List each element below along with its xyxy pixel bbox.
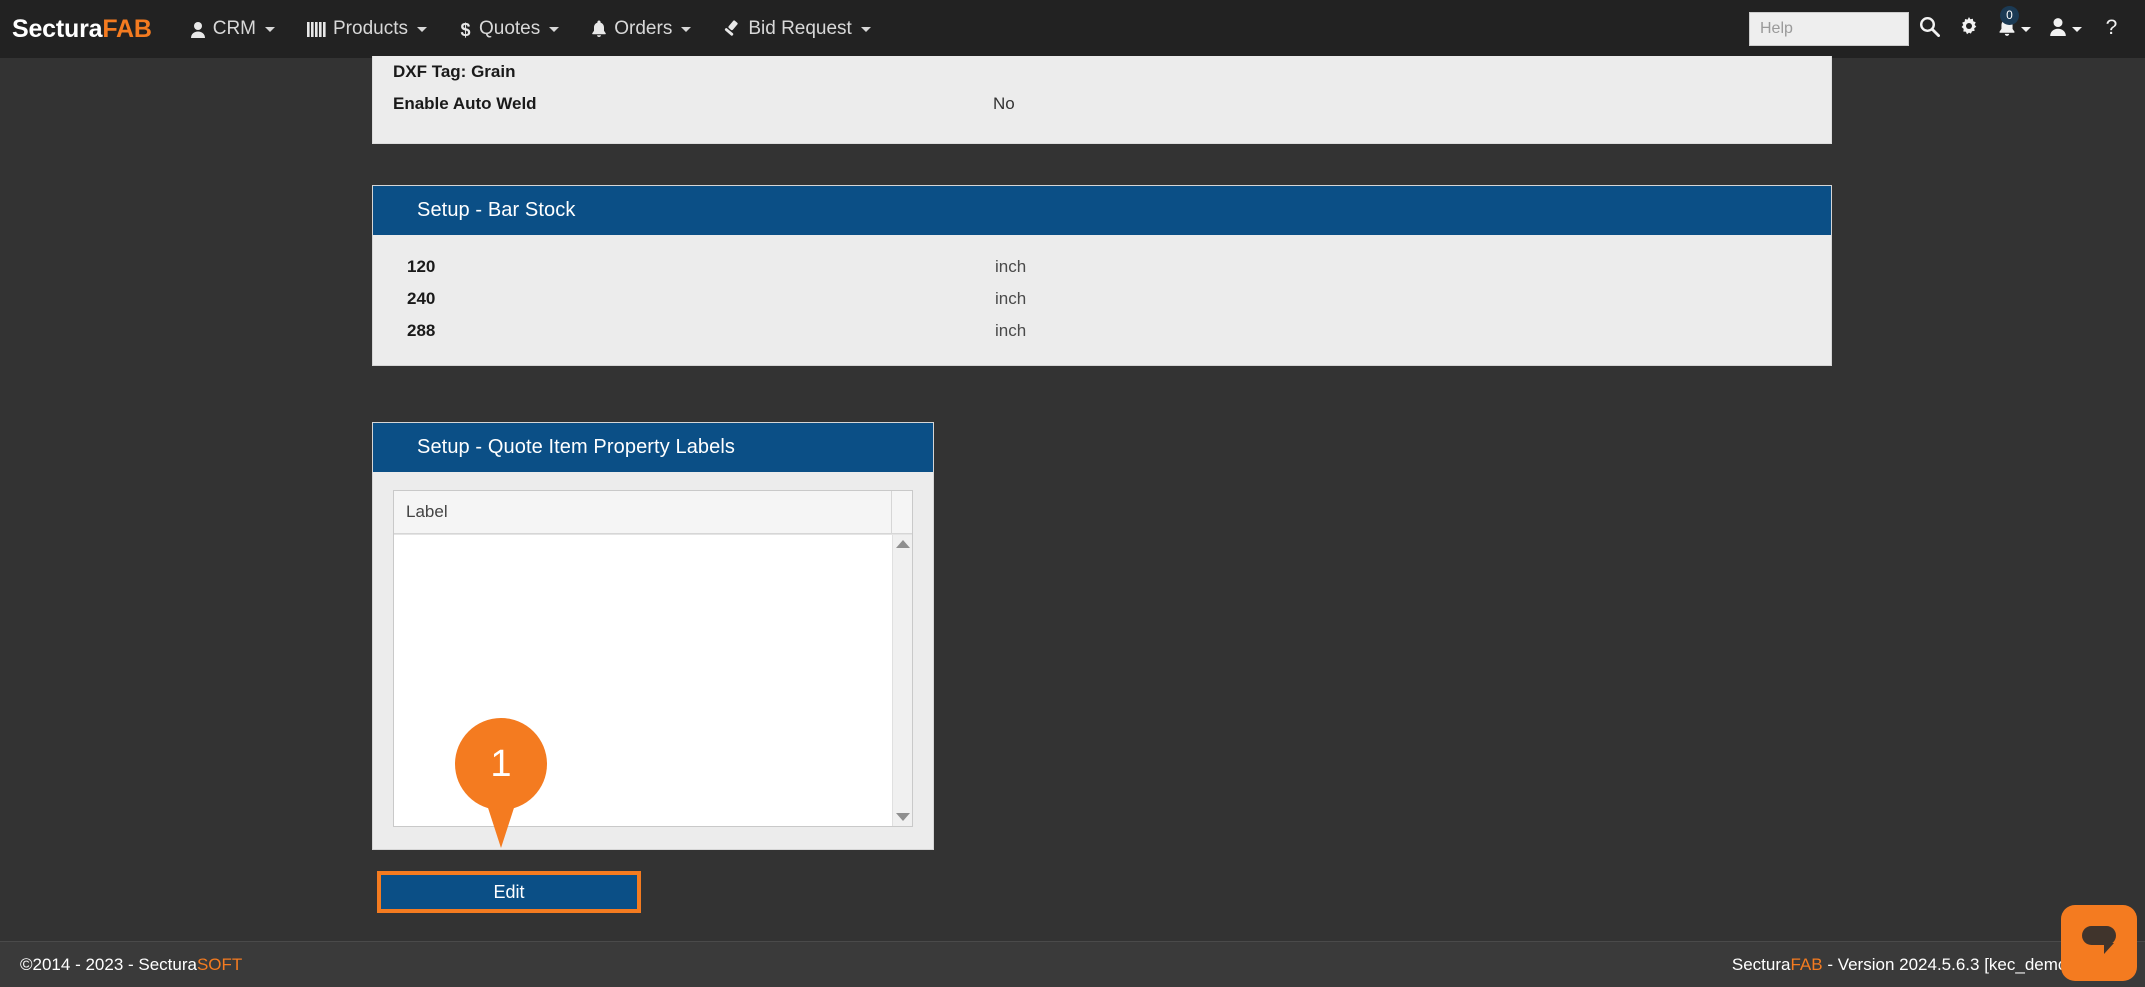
search-button[interactable] (1909, 0, 1949, 58)
quote-item-property-labels-panel: Setup - Quote Item Property Labels Label (372, 422, 934, 850)
copyright-text: ©2014 - 2023 - SecturaSOFT (20, 955, 242, 975)
search-icon (1919, 16, 1940, 42)
nav-item-orders-label: Orders (614, 18, 672, 40)
nav-item-products-label: Products (333, 18, 408, 40)
gavel-icon (723, 20, 741, 38)
nav-item-products[interactable]: Products (291, 0, 443, 58)
nav-item-bid-request-label: Bid Request (748, 18, 852, 40)
chevron-down-icon (417, 27, 427, 32)
quote-item-property-labels-title: Setup - Quote Item Property Labels (373, 423, 933, 472)
table-row: 120 inch (373, 251, 1831, 283)
column-header-label[interactable]: Label (394, 491, 892, 533)
labels-grid-body[interactable] (394, 535, 892, 826)
edit-button[interactable]: Edit (381, 875, 637, 909)
settings-button[interactable] (1949, 0, 1989, 58)
bar-stock-unit: inch (995, 321, 1026, 341)
bar-stock-size: 240 (407, 289, 995, 309)
copyright-accent: SOFT (197, 955, 242, 974)
notifications-button[interactable]: 0 (1989, 0, 2040, 58)
chat-widget-button[interactable] (2061, 905, 2137, 981)
chevron-down-icon (2021, 27, 2031, 32)
column-header-spacer (892, 491, 912, 533)
barcode-icon (307, 22, 326, 37)
labels-grid-body-wrap (394, 534, 912, 826)
version-brand-accent: FAB (1790, 955, 1822, 974)
table-row: 240 inch (373, 283, 1831, 315)
bell-icon (591, 20, 607, 38)
bar-stock-unit: inch (995, 289, 1026, 309)
nav-item-quotes-label: Quotes (479, 18, 540, 40)
scroll-down-icon[interactable] (896, 813, 910, 821)
brand-accent: FAB (102, 15, 151, 43)
user-icon (2049, 17, 2067, 41)
setting-row-dxf-tag-grain: DXF Tag: Grain (373, 56, 1831, 88)
table-row: 288 inch (373, 315, 1831, 347)
nav-item-orders[interactable]: Orders (575, 0, 707, 58)
help-search-input[interactable] (1749, 12, 1909, 46)
bar-stock-panel-title: Setup - Bar Stock (373, 186, 1831, 235)
dollar-icon: $ (459, 20, 472, 39)
svg-text:$: $ (460, 20, 470, 39)
quote-item-property-labels-body: Label (373, 472, 933, 849)
gear-icon (1959, 17, 1979, 42)
account-button[interactable] (2040, 0, 2091, 58)
user-icon (190, 21, 206, 38)
labels-grid: Label (393, 490, 913, 827)
bar-stock-size: 288 (407, 321, 995, 341)
setting-row-enable-auto-weld: Enable Auto Weld No (373, 88, 1831, 120)
bar-stock-list: 120 inch 240 inch 288 inch (373, 235, 1831, 365)
app-page: SecturaFAB CRM Products $ Quotes (0, 0, 2145, 987)
page-footer: ©2014 - 2023 - SecturaSOFT SecturaFAB - … (0, 941, 2145, 987)
nav-item-quotes[interactable]: $ Quotes (443, 0, 575, 58)
chevron-down-icon (549, 27, 559, 32)
nav-item-crm-label: CRM (213, 18, 256, 40)
dxf-settings-panel: DXF Tag: Grain Enable Auto Weld No (372, 56, 1832, 144)
version-brand-main: Sectura (1732, 955, 1791, 974)
copyright-main: ©2014 - 2023 - Sectura (20, 955, 197, 974)
vertical-scrollbar[interactable] (892, 535, 912, 826)
scroll-up-icon[interactable] (896, 540, 910, 548)
chevron-down-icon (861, 27, 871, 32)
chevron-down-icon (265, 27, 275, 32)
help-button[interactable]: ? (2091, 0, 2131, 58)
chevron-down-icon (2072, 27, 2082, 32)
labels-grid-header: Label (394, 491, 912, 534)
navbar-right-tools: 0 ? (1749, 0, 2145, 58)
question-mark-icon: ? (2104, 16, 2119, 43)
brand-main: Sectura (12, 15, 102, 43)
notification-badge: 0 (2000, 6, 2019, 25)
bar-stock-panel: Setup - Bar Stock 120 inch 240 inch 288 … (372, 185, 1832, 366)
top-navbar: SecturaFAB CRM Products $ Quotes (0, 0, 2145, 58)
chevron-down-icon (681, 27, 691, 32)
setting-value: No (993, 94, 1015, 114)
svg-text:?: ? (2105, 16, 2117, 38)
bar-stock-size: 120 (407, 257, 995, 277)
setting-label: DXF Tag: Grain (393, 62, 993, 82)
nav-item-bid-request[interactable]: Bid Request (707, 0, 887, 58)
chat-bubble-icon (2078, 923, 2120, 964)
nav-item-crm[interactable]: CRM (174, 0, 291, 58)
setting-label: Enable Auto Weld (393, 94, 993, 114)
edit-button-highlight: Edit (377, 871, 641, 913)
brand-logo[interactable]: SecturaFAB (12, 15, 152, 44)
bar-stock-unit: inch (995, 257, 1026, 277)
